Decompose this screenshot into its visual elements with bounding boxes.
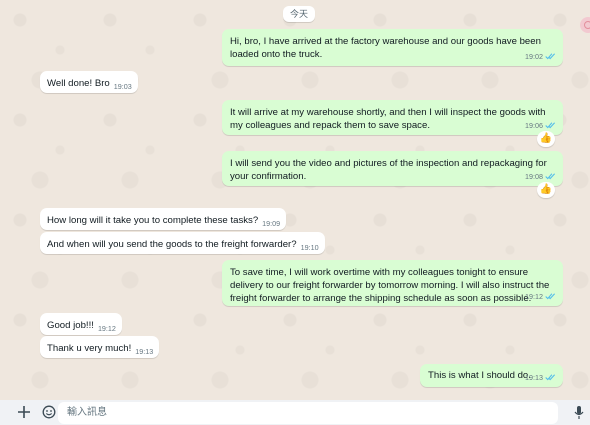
message-text: Hi, bro, I have arrived at the factory w… (230, 36, 541, 60)
read-receipt-icon (545, 293, 556, 300)
message-time: 19:13 (525, 373, 543, 382)
plus-icon[interactable] (17, 405, 31, 424)
floating-emoji-icon[interactable] (580, 17, 590, 33)
message-text: Well done! Bro (47, 78, 110, 89)
message-bubble-outgoing[interactable]: I will send you the video and pictures o… (222, 151, 563, 186)
message-meta: 19:08 (525, 170, 556, 183)
message-input[interactable]: 輸入訊息 (58, 402, 558, 424)
microphone-icon[interactable] (574, 405, 584, 425)
message-bubble-outgoing[interactable]: It will arrive at my warehouse shortly, … (222, 100, 563, 135)
message-bubble-incoming[interactable]: How long will it take you to complete th… (40, 208, 287, 230)
read-receipt-icon (545, 53, 556, 60)
message-meta: 19:02 (525, 50, 556, 63)
message-bubble-incoming[interactable]: And when will you send the goods to the … (40, 232, 325, 254)
thumbs-up-reaction-icon[interactable]: 👍 (537, 182, 555, 198)
message-text: I will send you the video and pictures o… (230, 158, 547, 182)
message-text: Thank u very much! (47, 343, 132, 354)
message-bubble-incoming[interactable]: Good job!!! 19:12 (40, 313, 122, 335)
message-text: How long will it take you to complete th… (47, 215, 259, 226)
message-text: To save time, I will work overtime with … (230, 267, 550, 304)
read-receipt-icon (545, 173, 556, 180)
message-meta: 19:12 (525, 290, 556, 303)
message-time: 19:06 (525, 121, 543, 130)
message-time: 19:03 (113, 82, 132, 91)
date-chip: 今天 (283, 6, 315, 22)
sticker-icon[interactable] (42, 405, 56, 424)
message-meta: 19:13 (525, 371, 556, 384)
thumbs-up-reaction-icon[interactable]: 👍 (537, 131, 555, 147)
message-time: 19:10 (300, 243, 319, 252)
message-text: And when will you send the goods to the … (47, 239, 297, 250)
message-meta: 19:06 (525, 119, 556, 132)
message-time: 19:02 (525, 52, 543, 61)
message-composer: 輸入訊息 (0, 400, 590, 425)
read-receipt-icon (545, 374, 556, 381)
message-bubble-outgoing[interactable]: To save time, I will work overtime with … (222, 260, 563, 306)
message-bubble-incoming[interactable]: Well done! Bro 19:03 (40, 71, 138, 93)
message-input-placeholder: 輸入訊息 (67, 407, 107, 418)
message-time: 19:12 (97, 324, 116, 333)
message-bubble-incoming[interactable]: Thank u very much! 19:13 (40, 336, 160, 358)
message-time: 19:12 (525, 292, 543, 301)
message-text: Good job!!! (47, 320, 94, 331)
message-text: It will arrive at my warehouse shortly, … (230, 107, 546, 131)
read-receipt-icon (545, 122, 556, 129)
message-bubble-outgoing[interactable]: Hi, bro, I have arrived at the factory w… (222, 29, 563, 66)
message-time: 19:09 (262, 219, 281, 228)
message-time: 19:08 (525, 172, 543, 181)
message-time: 19:13 (135, 347, 154, 356)
message-bubble-outgoing[interactable]: This is what I should do. 19:13 (420, 364, 563, 387)
